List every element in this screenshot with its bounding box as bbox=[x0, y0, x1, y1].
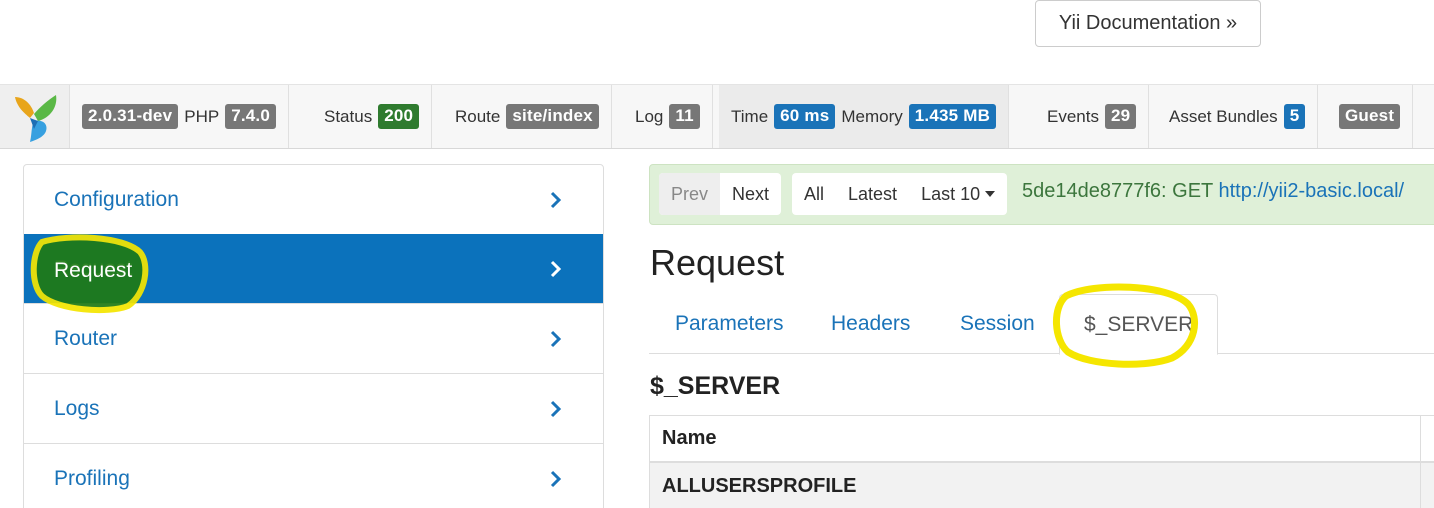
php-label: PHP bbox=[184, 106, 220, 126]
sidebar-item-label: Profiling bbox=[54, 466, 130, 490]
tab-headers[interactable]: Headers bbox=[831, 294, 910, 354]
log-label: Log bbox=[635, 106, 664, 126]
history-group: All Latest Last 10 bbox=[792, 173, 1008, 215]
request-tag: 5de14de8777f6: GET bbox=[1022, 180, 1213, 202]
sidebar-item-logs[interactable]: Logs bbox=[24, 374, 603, 444]
time-badge: 60 ms bbox=[774, 104, 836, 129]
toolbar-events-block[interactable]: Events 29 bbox=[1035, 85, 1150, 148]
section-title: $_SERVER bbox=[650, 372, 781, 400]
tab-session[interactable]: Session bbox=[960, 294, 1035, 354]
sidebar-item-configuration[interactable]: Configuration bbox=[24, 165, 603, 235]
next-button[interactable]: Next bbox=[720, 173, 781, 215]
sidebar-item-label: Router bbox=[54, 326, 118, 350]
chevron-right-icon bbox=[550, 400, 562, 418]
chevron-right-icon bbox=[550, 191, 562, 209]
memory-badge: 1.435 MB bbox=[908, 104, 997, 129]
tab-parameters[interactable]: Parameters bbox=[675, 294, 784, 354]
yii-documentation-button[interactable]: Yii Documentation » bbox=[1035, 0, 1261, 47]
user-badge: Guest bbox=[1339, 104, 1401, 129]
column-header-name[interactable]: Name bbox=[662, 427, 716, 450]
yii-version-badge: 2.0.31-dev bbox=[82, 104, 179, 129]
caret-down-icon bbox=[985, 191, 996, 197]
chevron-right-icon bbox=[550, 330, 562, 348]
page-title: Request bbox=[650, 242, 785, 283]
toolbar-version-block[interactable]: 2.0.31-dev PHP 7.4.0 bbox=[70, 85, 290, 148]
yii-logo-icon[interactable] bbox=[0, 85, 70, 148]
server-variables-table: Name ALLUSERSPROFILE bbox=[649, 415, 1434, 508]
latest-button[interactable]: Latest bbox=[836, 173, 909, 215]
table-cell-name: ALLUSERSPROFILE bbox=[662, 474, 857, 497]
request-url-link[interactable]: http://yii2-basic.local/ bbox=[1218, 180, 1404, 202]
sidebar-item-router[interactable]: Router bbox=[24, 304, 603, 374]
all-button[interactable]: All bbox=[792, 173, 836, 215]
log-badge: 11 bbox=[669, 104, 700, 129]
request-pager-bar: Prev Next All Latest Last 10 5de14de8777… bbox=[649, 164, 1434, 225]
events-label: Events bbox=[1047, 106, 1099, 126]
toolbar-time-block[interactable]: Time 60 ms Memory 1.435 MB bbox=[719, 85, 1010, 148]
debug-sidebar: Configuration Request Router Logs Profil… bbox=[23, 164, 604, 508]
sidebar-item-label: Logs bbox=[54, 396, 100, 420]
chevron-right-icon bbox=[550, 470, 562, 488]
tab-server[interactable]: $_SERVER bbox=[1059, 294, 1219, 355]
asset-bundles-label: Asset Bundles bbox=[1169, 106, 1278, 126]
memory-label: Memory bbox=[841, 106, 903, 126]
time-label: Time bbox=[731, 106, 769, 126]
table-row: ALLUSERSPROFILE bbox=[650, 463, 1434, 508]
sidebar-item-profiling[interactable]: Profiling bbox=[24, 444, 603, 508]
sidebar-item-label: Configuration bbox=[54, 187, 179, 211]
last-10-dropdown[interactable]: Last 10 bbox=[909, 173, 1007, 215]
request-summary: 5de14de8777f6: GET http://yii2-basic.loc… bbox=[1022, 180, 1404, 203]
debug-toolbar: 2.0.31-dev PHP 7.4.0 Status 200 Route si… bbox=[0, 84, 1434, 149]
status-label: Status bbox=[324, 106, 373, 126]
toolbar-assets-block[interactable]: Asset Bundles 5 bbox=[1157, 85, 1319, 148]
asset-bundles-badge: 5 bbox=[1283, 104, 1306, 129]
events-badge: 29 bbox=[1104, 104, 1137, 129]
request-annotation-label: Request bbox=[54, 259, 133, 282]
chevron-right-icon bbox=[550, 260, 562, 278]
status-badge: 200 bbox=[378, 104, 420, 129]
table-header-row: Name bbox=[650, 416, 1434, 463]
request-tabs: Parameters Headers Session $_SERVER bbox=[649, 294, 1434, 355]
column-divider bbox=[1420, 416, 1421, 461]
prev-button[interactable]: Prev bbox=[659, 173, 721, 215]
toolbar-user-block[interactable]: Guest bbox=[1327, 85, 1414, 148]
toolbar-log-block[interactable]: Log 11 bbox=[623, 85, 713, 148]
toolbar-route-block[interactable]: Route site/index bbox=[443, 85, 612, 148]
column-divider bbox=[1420, 463, 1421, 508]
route-label: Route bbox=[455, 106, 501, 126]
prev-next-group: Prev Next bbox=[659, 173, 782, 215]
php-version-badge: 7.4.0 bbox=[225, 104, 277, 129]
toolbar-status-block[interactable]: Status 200 bbox=[312, 85, 433, 148]
route-badge: site/index bbox=[506, 104, 599, 129]
last-10-label: Last 10 bbox=[921, 183, 981, 204]
